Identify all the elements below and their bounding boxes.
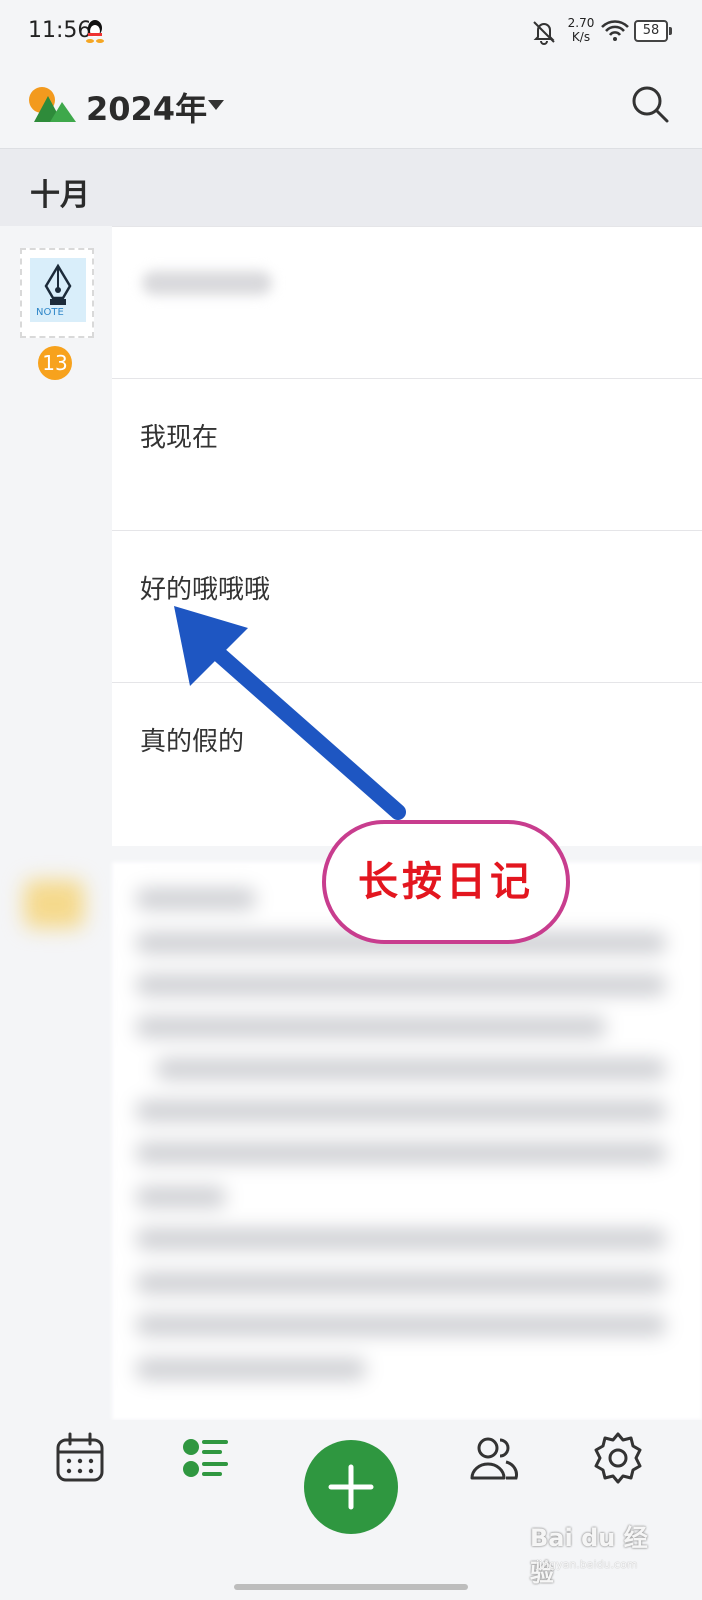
bell-muted-icon [533,21,555,45]
blurred-text [136,1016,606,1038]
note-label: NOTE [36,307,64,318]
list-icon[interactable] [178,1430,234,1486]
caret-down-icon[interactable] [208,100,224,112]
app-logo-icon [29,87,76,122]
annotation-arrow [174,606,406,820]
blurred-text [136,1358,366,1380]
battery-indicator: 58 [634,20,672,42]
add-diary-button[interactable] [304,1440,398,1534]
annotation-callout: 长按日记 [322,820,570,944]
blurred-text [142,271,272,295]
home-indicator[interactable] [234,1584,468,1590]
blurred-text [136,974,666,996]
blurred-text [136,1272,666,1294]
wifi-icon [601,20,629,41]
pen-nib-icon [44,263,72,305]
month-bar [0,148,702,226]
note-stamp-inner: NOTE [30,258,86,322]
diary-entry[interactable] [112,226,702,380]
watermark: Bai du 经验 jingyan.baidu.com [530,1518,670,1587]
blurred-diary-entry[interactable] [112,862,702,1420]
month-label: 十月 [30,178,90,213]
network-speed: 2.70 K/s [566,16,596,44]
watermark-url: jingyan.baidu.com [536,1558,638,1571]
people-icon[interactable] [466,1430,522,1486]
blurred-stamp-icon [24,880,84,928]
note-stamp[interactable]: NOTE [20,248,94,338]
plus-icon [328,1464,374,1510]
network-speed-unit: K/s [571,30,591,44]
diary-entry[interactable]: 我现在 [112,378,702,532]
blurred-text [136,1186,226,1208]
blurred-text [136,1314,666,1336]
gear-icon[interactable] [590,1430,646,1486]
calendar-icon[interactable] [52,1430,108,1486]
blurred-text [136,888,256,910]
year-selector[interactable]: 2024年 [86,84,207,130]
watermark-brand: Bai du 经验 [530,1524,648,1587]
status-time: 11:56 [28,18,92,43]
battery-level: 58 [634,20,668,42]
blurred-text [136,1228,666,1250]
blurred-text [136,1100,666,1122]
search-icon[interactable] [630,84,670,124]
battery-tip [669,27,672,35]
entry-count-badge: 13 [38,346,72,380]
blurred-text [136,1142,666,1164]
blurred-text [156,1058,666,1080]
network-speed-value: 2.70 [567,16,595,30]
diary-entry-text: 我现在 [140,423,219,453]
qq-penguin-icon [86,20,104,43]
annotation-callout-text: 长按日记 [358,859,534,905]
